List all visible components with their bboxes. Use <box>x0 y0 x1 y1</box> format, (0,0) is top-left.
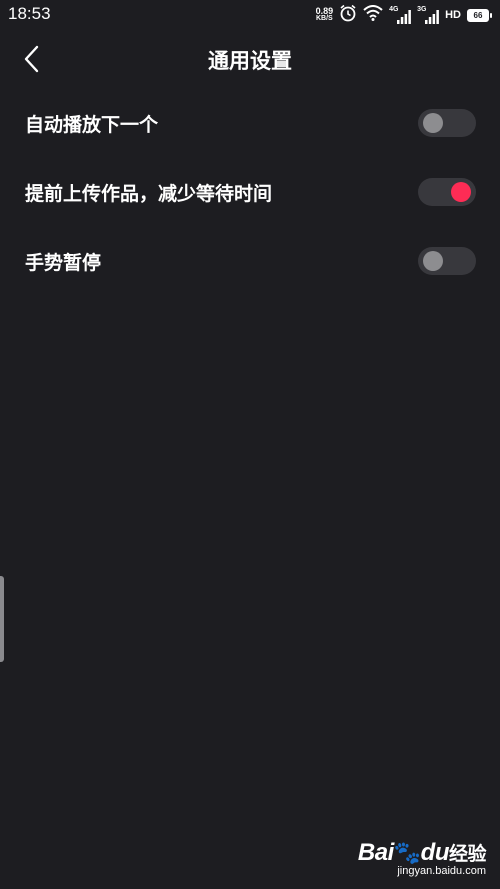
autoplay-next-toggle[interactable] <box>418 109 476 137</box>
setting-label: 提前上传作品，减少等待时间 <box>25 183 273 205</box>
toggle-knob <box>423 113 443 133</box>
gesture-pause-toggle[interactable] <box>418 247 476 275</box>
battery-level: 66 <box>467 8 489 22</box>
signal-sim2-icon: 3G <box>417 6 440 24</box>
edge-gesture-handle[interactable] <box>0 576 4 662</box>
alarm-icon <box>339 4 357 26</box>
signal-sim1-icon: 4G <box>389 6 412 24</box>
hd-voice-icon: HD <box>445 9 461 21</box>
watermark-logo-du: du <box>420 839 450 866</box>
paw-icon: 🐾 <box>393 840 421 865</box>
wifi-icon <box>363 5 383 25</box>
watermark-logo-cn: 经验 <box>448 843 487 865</box>
status-bar: 18:53 0.89 KB/S 4G 3G HD 66 <box>0 0 500 30</box>
settings-list: 自动播放下一个 提前上传作品，减少等待时间 手势暂停 <box>0 88 500 295</box>
setting-row-pre-upload[interactable]: 提前上传作品，减少等待时间 <box>0 157 500 226</box>
setting-row-autoplay-next[interactable]: 自动播放下一个 <box>0 88 500 157</box>
setting-label: 手势暂停 <box>25 252 102 274</box>
status-time: 18:53 <box>8 4 51 23</box>
settings-screen: 18:53 0.89 KB/S 4G 3G HD 66 通用设置 自动播放下一个… <box>0 0 500 889</box>
baidu-jingyan-watermark: Bai🐾du经验 jingyan.baidu.com <box>357 839 487 877</box>
status-icons: 0.89 KB/S 4G 3G HD 66 <box>316 4 492 26</box>
battery-icon: 66 <box>467 8 492 22</box>
watermark-logo: Bai🐾du经验 <box>357 839 487 867</box>
battery-cap <box>490 12 492 18</box>
setting-row-gesture-pause[interactable]: 手势暂停 <box>0 226 500 295</box>
toggle-knob <box>451 182 471 202</box>
network-speed: 0.89 KB/S <box>316 7 334 23</box>
setting-label: 自动播放下一个 <box>25 114 159 136</box>
page-title: 通用设置 <box>208 49 292 73</box>
pre-upload-toggle[interactable] <box>418 178 476 206</box>
network-speed-unit: KB/S <box>315 15 333 22</box>
network-speed-value: 0.89 <box>315 6 334 16</box>
navigation-header: 通用设置 <box>0 30 500 88</box>
watermark-logo-bai: Bai <box>357 839 394 866</box>
toggle-knob <box>423 251 443 271</box>
